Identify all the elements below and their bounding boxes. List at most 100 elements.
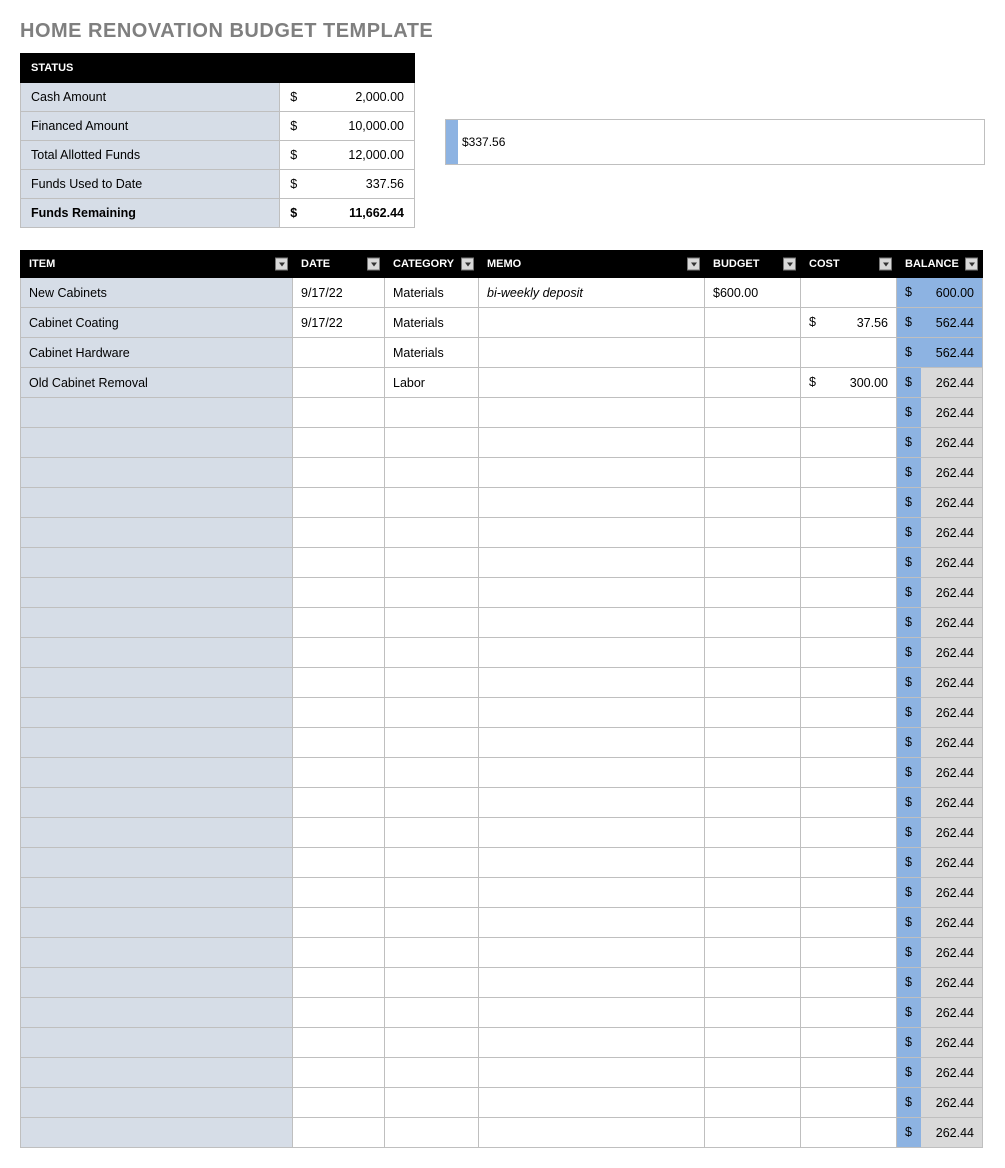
cell-item[interactable] <box>21 938 293 968</box>
cell-budget[interactable] <box>705 668 801 698</box>
cell-memo[interactable] <box>479 908 705 938</box>
status-value[interactable]: $2,000.00 <box>280 83 415 112</box>
cell-category[interactable] <box>385 578 479 608</box>
cell-budget[interactable] <box>705 488 801 518</box>
cell-memo[interactable] <box>479 1028 705 1058</box>
cell-cost[interactable] <box>801 1118 897 1148</box>
cell-cost[interactable] <box>801 668 897 698</box>
cell-date[interactable] <box>293 488 385 518</box>
cell-item[interactable] <box>21 428 293 458</box>
cell-budget[interactable] <box>705 1028 801 1058</box>
cell-item[interactable] <box>21 578 293 608</box>
col-budget[interactable]: BUDGET <box>705 251 801 278</box>
cell-item[interactable]: Cabinet Coating <box>21 308 293 338</box>
cell-cost[interactable] <box>801 698 897 728</box>
cell-item[interactable] <box>21 878 293 908</box>
cell-cost[interactable] <box>801 938 897 968</box>
cell-category[interactable] <box>385 818 479 848</box>
cell-cost[interactable] <box>801 428 897 458</box>
cell-budget[interactable] <box>705 938 801 968</box>
cell-item[interactable]: Old Cabinet Removal <box>21 368 293 398</box>
cell-cost[interactable] <box>801 488 897 518</box>
cell-cost[interactable] <box>801 788 897 818</box>
cell-budget[interactable] <box>705 308 801 338</box>
cell-category[interactable] <box>385 998 479 1028</box>
cell-item[interactable] <box>21 488 293 518</box>
cell-cost[interactable] <box>801 878 897 908</box>
cell-memo[interactable] <box>479 428 705 458</box>
cell-date[interactable] <box>293 818 385 848</box>
cell-item[interactable] <box>21 608 293 638</box>
cell-date[interactable] <box>293 638 385 668</box>
cell-memo[interactable] <box>479 878 705 908</box>
cell-cost[interactable] <box>801 1028 897 1058</box>
cell-budget[interactable] <box>705 698 801 728</box>
cell-cost[interactable] <box>801 818 897 848</box>
filter-icon[interactable] <box>783 258 796 271</box>
cell-item[interactable]: Cabinet Hardware <box>21 338 293 368</box>
filter-icon[interactable] <box>687 258 700 271</box>
cell-date[interactable] <box>293 998 385 1028</box>
cell-cost[interactable] <box>801 1058 897 1088</box>
cell-category[interactable]: Labor <box>385 368 479 398</box>
cell-item[interactable]: New Cabinets <box>21 278 293 308</box>
cell-cost[interactable] <box>801 758 897 788</box>
cell-budget[interactable] <box>705 368 801 398</box>
cell-memo[interactable] <box>479 308 705 338</box>
col-date[interactable]: DATE <box>293 251 385 278</box>
cell-cost[interactable] <box>801 608 897 638</box>
cell-item[interactable] <box>21 548 293 578</box>
cell-date[interactable] <box>293 878 385 908</box>
cell-cost[interactable] <box>801 728 897 758</box>
filter-icon[interactable] <box>965 258 978 271</box>
cell-budget[interactable] <box>705 638 801 668</box>
col-category[interactable]: CATEGORY <box>385 251 479 278</box>
cell-category[interactable] <box>385 458 479 488</box>
status-value[interactable]: $337.56 <box>280 170 415 199</box>
cell-category[interactable] <box>385 848 479 878</box>
cell-item[interactable] <box>21 398 293 428</box>
cell-budget[interactable] <box>705 458 801 488</box>
cell-memo[interactable] <box>479 938 705 968</box>
cell-date[interactable] <box>293 758 385 788</box>
cell-date[interactable] <box>293 608 385 638</box>
cell-item[interactable] <box>21 788 293 818</box>
cell-budget[interactable] <box>705 518 801 548</box>
cell-date[interactable] <box>293 1088 385 1118</box>
cell-category[interactable] <box>385 698 479 728</box>
cell-memo[interactable] <box>479 578 705 608</box>
cell-category[interactable]: Materials <box>385 338 479 368</box>
cell-item[interactable] <box>21 728 293 758</box>
cell-item[interactable] <box>21 698 293 728</box>
cell-item[interactable] <box>21 668 293 698</box>
cell-date[interactable] <box>293 398 385 428</box>
cell-date[interactable]: 9/17/22 <box>293 278 385 308</box>
cell-date[interactable] <box>293 668 385 698</box>
cell-budget[interactable] <box>705 818 801 848</box>
cell-memo[interactable] <box>479 758 705 788</box>
cell-budget[interactable] <box>705 968 801 998</box>
cell-memo[interactable] <box>479 848 705 878</box>
cell-budget[interactable] <box>705 1058 801 1088</box>
cell-category[interactable] <box>385 428 479 458</box>
cell-budget[interactable] <box>705 848 801 878</box>
cell-category[interactable] <box>385 878 479 908</box>
cell-cost[interactable] <box>801 578 897 608</box>
cell-budget[interactable] <box>705 1118 801 1148</box>
cell-memo[interactable] <box>479 668 705 698</box>
cell-date[interactable] <box>293 788 385 818</box>
cell-category[interactable] <box>385 1088 479 1118</box>
cell-category[interactable] <box>385 758 479 788</box>
cell-category[interactable] <box>385 728 479 758</box>
cell-cost[interactable] <box>801 998 897 1028</box>
cell-memo[interactable] <box>479 998 705 1028</box>
cell-memo[interactable] <box>479 338 705 368</box>
cell-memo[interactable] <box>479 368 705 398</box>
cell-memo[interactable] <box>479 398 705 428</box>
cell-date[interactable] <box>293 368 385 398</box>
cell-category[interactable] <box>385 1058 479 1088</box>
cell-item[interactable] <box>21 1028 293 1058</box>
cell-category[interactable] <box>385 668 479 698</box>
cell-budget[interactable] <box>705 908 801 938</box>
cell-item[interactable] <box>21 818 293 848</box>
